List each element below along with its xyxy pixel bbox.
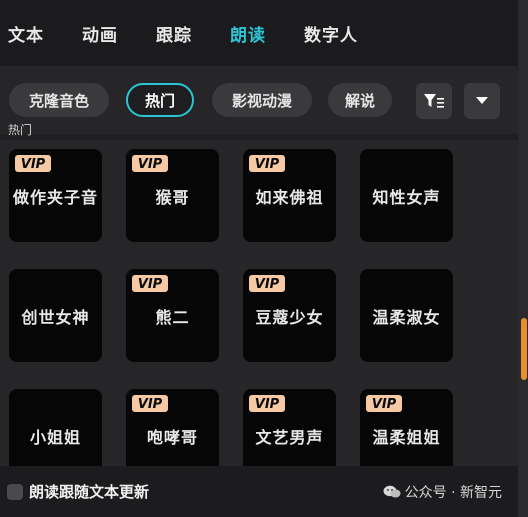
chip-film-anime[interactable]: 影视动漫 bbox=[212, 83, 312, 117]
vip-badge-text: VIP bbox=[21, 157, 46, 172]
voice-card[interactable]: VIP 猴哥 bbox=[126, 149, 219, 242]
voice-card[interactable]: VIP 文艺男声 bbox=[243, 389, 336, 466]
vip-badge-text: VIP bbox=[255, 157, 280, 172]
dropdown-button[interactable] bbox=[464, 83, 500, 119]
vip-badge-text: VIP bbox=[372, 397, 397, 412]
voice-name: 创世女神 bbox=[21, 308, 90, 327]
top-tab-bar: 文本 动画 跟踪 朗读 数字人 bbox=[0, 0, 518, 66]
vip-badge-icon: VIP bbox=[132, 155, 168, 172]
voice-card[interactable]: 温柔淑女 bbox=[360, 269, 453, 362]
vip-badge-text: VIP bbox=[138, 157, 163, 172]
voice-name: 咆哮哥 bbox=[146, 428, 198, 447]
tab-animation[interactable]: 动画 bbox=[82, 21, 118, 46]
tab-digital-human[interactable]: 数字人 bbox=[304, 21, 358, 46]
wechat-icon bbox=[383, 485, 401, 498]
voice-card[interactable]: VIP 温柔姐姐 bbox=[360, 389, 453, 466]
voice-name: 猴哥 bbox=[155, 188, 190, 207]
voice-name: 熊二 bbox=[155, 308, 190, 327]
voice-card[interactable]: 小姐姐 bbox=[9, 389, 102, 466]
voice-name: 小姐姐 bbox=[29, 428, 81, 447]
watermark-text: 公众号 · 新智元 bbox=[404, 485, 502, 501]
vip-badge-icon: VIP bbox=[249, 275, 285, 292]
filter-sort-icon bbox=[424, 94, 444, 108]
vip-badge-text: VIP bbox=[255, 277, 280, 292]
vip-badge-icon: VIP bbox=[249, 155, 285, 172]
watermark: 公众号 · 新智元 bbox=[383, 482, 502, 502]
scrollbar[interactable] bbox=[518, 0, 528, 517]
chip-popular[interactable]: 热门 bbox=[126, 83, 194, 117]
voice-name: 文艺男声 bbox=[255, 428, 324, 447]
vip-badge-icon: VIP bbox=[366, 395, 402, 412]
voice-card[interactable]: 创世女神 bbox=[9, 269, 102, 362]
vip-badge-icon: VIP bbox=[15, 155, 51, 172]
voice-name: 如来佛祖 bbox=[255, 188, 324, 207]
voice-card[interactable]: VIP 熊二 bbox=[126, 269, 219, 362]
vip-badge-text: VIP bbox=[138, 277, 163, 292]
voice-name: 温柔淑女 bbox=[372, 308, 441, 327]
vip-badge-text: VIP bbox=[255, 397, 280, 412]
tab-text[interactable]: 文本 bbox=[8, 21, 44, 46]
voice-name: 温柔姐姐 bbox=[372, 428, 441, 447]
section-label: 热门 bbox=[8, 124, 33, 136]
voice-grid: VIP 做作夹子音 VIP 猴哥 VIP 如来佛祖 知性女声创世女神 VIP 熊二 VIP 豆蔻少女… bbox=[0, 140, 518, 466]
filter-bar: 克隆音色 热门 影视动漫 解说 bbox=[0, 66, 518, 134]
vip-badge-icon: VIP bbox=[132, 275, 168, 292]
voice-name: 做作夹子音 bbox=[12, 188, 98, 207]
vip-badge-text: VIP bbox=[138, 397, 163, 412]
follow-text-label: 朗读跟随文本更新 bbox=[29, 483, 150, 501]
voice-card[interactable]: VIP 如来佛祖 bbox=[243, 149, 336, 242]
filter-button[interactable] bbox=[416, 83, 452, 119]
vip-badge-icon: VIP bbox=[132, 395, 168, 412]
voice-card[interactable]: VIP 做作夹子音 bbox=[9, 149, 102, 242]
voice-card[interactable]: VIP 咆哮哥 bbox=[126, 389, 219, 466]
caret-down-icon bbox=[476, 97, 488, 104]
voice-card[interactable]: VIP 豆蔻少女 bbox=[243, 269, 336, 362]
tab-read-aloud[interactable]: 朗读 bbox=[230, 21, 266, 46]
chip-commentary[interactable]: 解说 bbox=[328, 83, 392, 117]
tab-tracking[interactable]: 跟踪 bbox=[156, 21, 192, 46]
follow-text-checkbox[interactable] bbox=[7, 483, 23, 500]
bottom-bar: 朗读跟随文本更新 公众号 · 新智元 bbox=[0, 466, 518, 517]
chip-clone-voice[interactable]: 克隆音色 bbox=[9, 83, 109, 117]
voice-name: 知性女声 bbox=[372, 188, 441, 207]
voice-name: 豆蔻少女 bbox=[255, 308, 324, 327]
scrollbar-thumb[interactable] bbox=[521, 318, 527, 380]
voice-card[interactable]: 知性女声 bbox=[360, 149, 453, 242]
vip-badge-icon: VIP bbox=[249, 395, 285, 412]
